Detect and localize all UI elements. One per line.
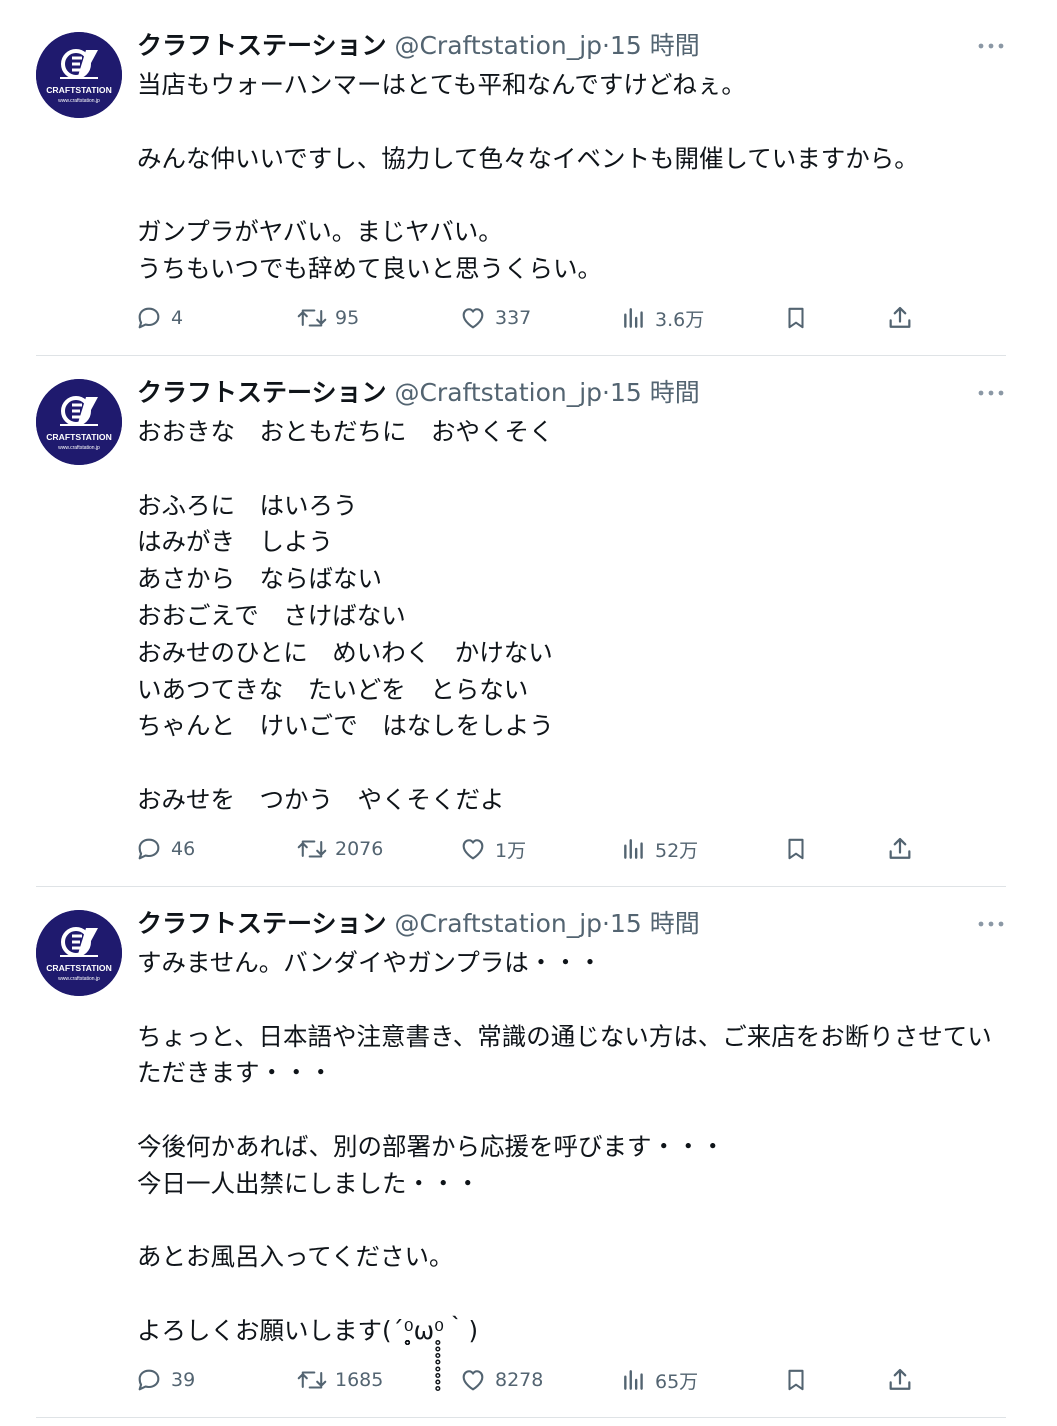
- tweet-actions: 4 95 337 3.6万: [0, 300, 1057, 336]
- avatar-brand-text: CRAFTSTATION: [46, 85, 112, 95]
- reply-button[interactable]: 46: [135, 831, 195, 867]
- handle[interactable]: @Craftstation_jp: [394, 31, 602, 60]
- bookmark-button[interactable]: [783, 300, 809, 336]
- retweet-count: 2076: [335, 838, 384, 860]
- reply-button[interactable]: 39: [135, 1362, 195, 1398]
- share-button[interactable]: [886, 1362, 914, 1398]
- like-button[interactable]: 337: [459, 300, 531, 336]
- bookmark-icon: [788, 307, 804, 329]
- views-count: 65万: [655, 1370, 699, 1393]
- separator-dot: ·: [602, 909, 610, 938]
- views-icon: [624, 839, 643, 859]
- like-button[interactable]: 8278: [459, 1362, 543, 1398]
- reply-icon: [138, 1369, 160, 1391]
- retweet-button[interactable]: 2076: [297, 831, 383, 867]
- avatar[interactable]: CRAFTSTATION www.craftstation.jp: [36, 910, 122, 996]
- reply-count: 39: [171, 1369, 196, 1391]
- retweet-icon: [297, 1371, 327, 1389]
- display-name[interactable]: クラフトステーション: [137, 31, 387, 60]
- bookmark-button[interactable]: [783, 1362, 809, 1398]
- separator-dot: ·: [602, 378, 610, 407]
- retweet-button[interactable]: 95: [297, 300, 359, 336]
- retweet-button[interactable]: 1685: [297, 1362, 383, 1398]
- timestamp[interactable]: 15 時間: [610, 31, 700, 60]
- share-icon: [889, 837, 911, 859]
- reply-count: 4: [171, 307, 184, 329]
- views-icon: [624, 308, 643, 328]
- reply-count: 46: [171, 838, 196, 860]
- avatar-url-text: www.craftstation.jp: [58, 98, 100, 104]
- avatar-url-text: www.craftstation.jp: [58, 445, 100, 451]
- views-count: 52万: [655, 839, 699, 862]
- tweet-text: 当店もウォーハンマーはとても平和なんですけどねぇ。 みんな仲いいですし、協力して…: [137, 70, 919, 283]
- retweet-count: 95: [335, 307, 360, 329]
- craftstation-logo: CRAFTSTATION www.craftstation.jp: [36, 32, 122, 118]
- tweet-text: おおきな おともだちに おやくそく おふろに はいろう はみがき しよう あさか…: [137, 417, 554, 814]
- avatar[interactable]: CRAFTSTATION www.craftstation.jp: [36, 32, 122, 118]
- tweet[interactable]: CRAFTSTATION www.craftstation.jp クラフトステー…: [0, 0, 1057, 356]
- timestamp[interactable]: 15 時間: [610, 909, 700, 938]
- avatar-url-text: www.craftstation.jp: [58, 976, 100, 982]
- handle[interactable]: @Craftstation_jp: [394, 378, 602, 407]
- separator-dot: ·: [602, 31, 610, 60]
- reply-icon: [138, 307, 160, 329]
- craftstation-logo: CRAFTSTATION www.craftstation.jp: [36, 910, 122, 996]
- divider: [36, 1417, 1006, 1418]
- more-icon[interactable]: [976, 914, 1006, 934]
- views-button[interactable]: 52万: [621, 831, 698, 867]
- share-button[interactable]: [886, 300, 914, 336]
- avatar-brand-text: CRAFTSTATION: [46, 963, 112, 973]
- avatar-brand-text: CRAFTSTATION: [46, 432, 112, 442]
- retweet-icon: [297, 840, 327, 858]
- tweet-actions: 46 2076 1万 52万: [0, 831, 1057, 867]
- retweet-icon: [297, 309, 327, 327]
- like-count: 8278: [495, 1369, 544, 1391]
- views-button[interactable]: 65万: [621, 1362, 698, 1398]
- heart-icon: [462, 308, 484, 329]
- display-name[interactable]: クラフトステーション: [137, 378, 387, 407]
- bookmark-icon: [788, 838, 804, 860]
- like-count: 337: [495, 307, 532, 329]
- views-count: 3.6万: [655, 308, 705, 331]
- heart-icon: [462, 839, 484, 860]
- tweet-actions: 39 1685 8278 65万: [0, 1362, 1057, 1398]
- share-icon: [889, 1368, 911, 1390]
- heart-icon: [462, 1370, 484, 1391]
- views-button[interactable]: 3.6万: [621, 300, 704, 336]
- more-icon[interactable]: [976, 36, 1006, 56]
- reply-button[interactable]: 4: [135, 300, 183, 336]
- timestamp[interactable]: 15 時間: [610, 378, 700, 407]
- tweet-header: クラフトステーション @Craftstation_jp·15 時間: [137, 375, 700, 411]
- like-button[interactable]: 1万: [459, 831, 526, 867]
- reply-icon: [138, 838, 160, 860]
- tweet[interactable]: CRAFTSTATION www.craftstation.jp クラフトステー…: [0, 878, 1057, 1420]
- display-name[interactable]: クラフトステーション: [137, 909, 387, 938]
- bookmark-icon: [788, 1369, 804, 1391]
- avatar[interactable]: CRAFTSTATION www.craftstation.jp: [36, 379, 122, 465]
- craftstation-logo: CRAFTSTATION www.craftstation.jp: [36, 379, 122, 465]
- tweet[interactable]: CRAFTSTATION www.craftstation.jp クラフトステー…: [0, 347, 1057, 887]
- tweet-header: クラフトステーション @Craftstation_jp·15 時間: [137, 28, 700, 64]
- like-count: 1万: [495, 839, 527, 862]
- retweet-count: 1685: [335, 1369, 384, 1391]
- handle[interactable]: @Craftstation_jp: [394, 909, 602, 938]
- share-button[interactable]: [886, 831, 914, 867]
- tweet-text: すみません。バンダイやガンプラは・・・ ちょっと、日本語や注意書き、常識の通じな…: [137, 948, 992, 1345]
- more-icon[interactable]: [976, 383, 1006, 403]
- share-icon: [889, 306, 911, 328]
- tweet-header: クラフトステーション @Craftstation_jp·15 時間: [137, 906, 700, 942]
- views-icon: [624, 1370, 643, 1390]
- bookmark-button[interactable]: [783, 831, 809, 867]
